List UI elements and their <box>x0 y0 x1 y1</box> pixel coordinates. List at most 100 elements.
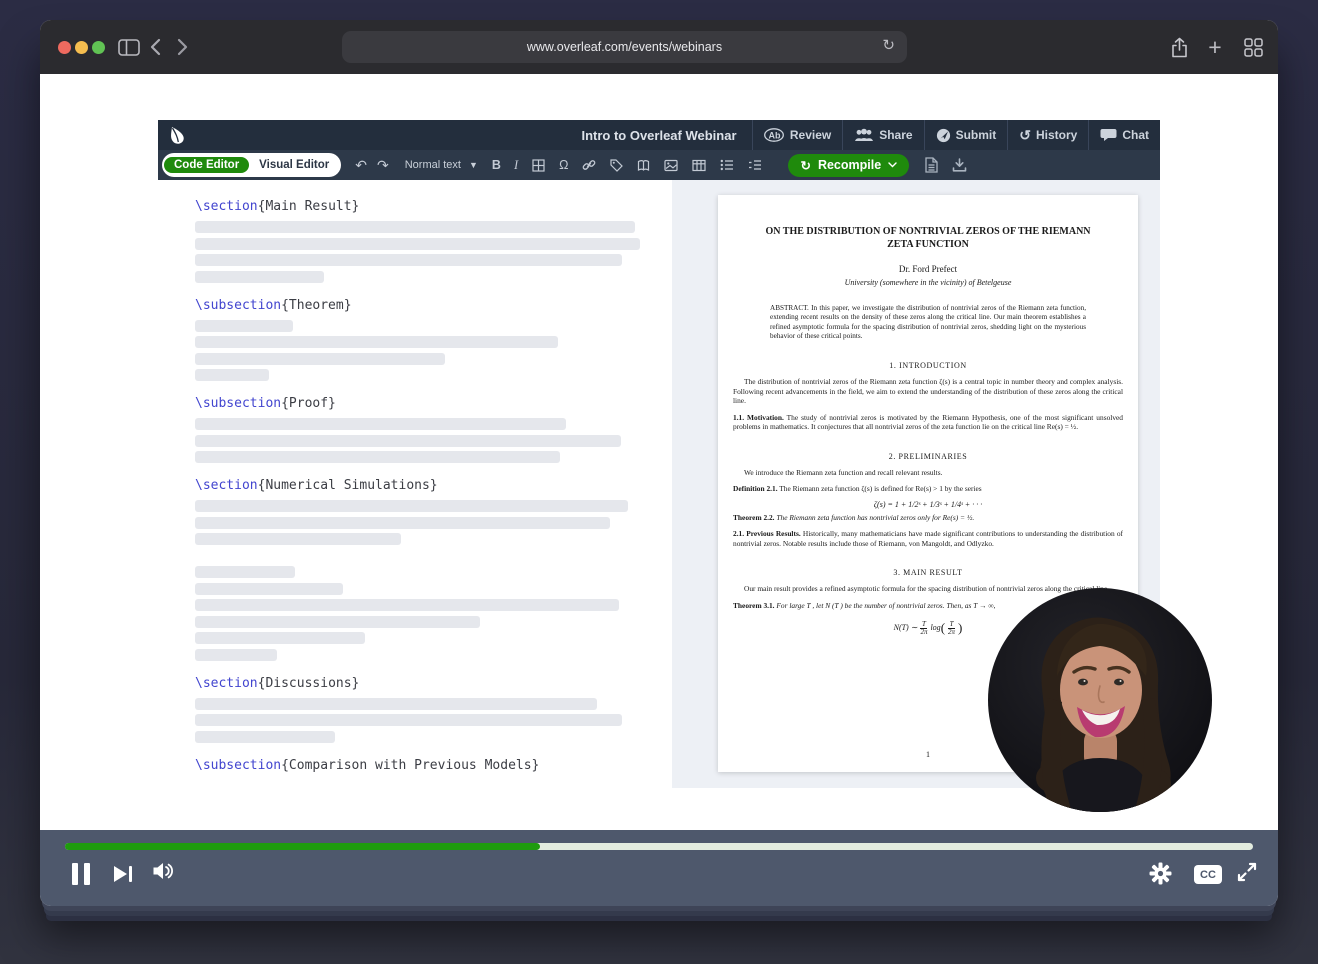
redacted-text-bar <box>195 714 622 726</box>
image-icon <box>664 150 678 180</box>
paper-paragraph: Theorem 2.2. The Riemann zeta function h… <box>733 513 1123 523</box>
fullscreen-button[interactable] <box>1236 861 1258 883</box>
paper-paragraph: We introduce the Riemann zeta function a… <box>733 468 1123 478</box>
paper-paragraph: 2.1. Previous Results. Historically, man… <box>733 529 1123 548</box>
menu-label: Chat <box>1122 128 1149 142</box>
back-chevron-icon <box>149 38 161 56</box>
share-button[interactable] <box>1166 20 1192 74</box>
overleaf-header: Intro to Overleaf Webinar Ab Review <box>158 120 1160 150</box>
browser-window: www.overleaf.com/events/webinars ↻ + <box>40 20 1278 906</box>
chevron-down-icon: ▼ <box>469 160 478 170</box>
skip-next-icon <box>114 866 127 882</box>
window-close-button[interactable] <box>58 41 71 54</box>
submit-icon <box>936 128 951 143</box>
paper-paragraph: The distribution of nontrivial zeros of … <box>733 377 1123 406</box>
settings-button[interactable] <box>1149 862 1172 885</box>
people-icon <box>854 128 874 142</box>
redo-icon: ↷ <box>377 150 389 180</box>
redacted-text-bar <box>195 583 343 595</box>
overleaf-menu: Ab Review Share <box>752 120 1160 150</box>
fraction: T2π <box>920 621 927 636</box>
redacted-text-bar <box>195 566 295 578</box>
page: { "browser": { "url": "www.overleaf.com/… <box>0 0 1318 964</box>
menu-label: History <box>1036 128 1077 142</box>
left-paren: ( <box>941 620 945 635</box>
back-button[interactable] <box>140 20 170 74</box>
visual-editor-tab: Visual Editor <box>249 157 339 173</box>
next-button[interactable] <box>112 864 134 884</box>
paragraph-lead: 1.1. Motivation. <box>733 413 784 422</box>
forward-button[interactable] <box>168 20 198 74</box>
history-icon: ↺ <box>1019 127 1031 144</box>
fraction: T2π <box>948 621 955 636</box>
presenter-webcam <box>988 588 1212 812</box>
undo-icon: ↶ <box>355 150 367 180</box>
window-minimize-button[interactable] <box>75 41 88 54</box>
overleaf-toolbar: Code Editor Visual Editor ↶ ↷ Normal tex… <box>158 150 1160 180</box>
redacted-text-bar <box>195 369 269 381</box>
download-pdf-icon <box>952 150 967 180</box>
redacted-text-bar <box>195 616 480 628</box>
code-line: \subsection{Theorem} <box>195 297 672 314</box>
latex-keyword: \subsection <box>195 758 281 773</box>
menu-submit: Submit <box>924 120 1008 150</box>
menu-label: Share <box>879 128 912 142</box>
recompile-button: ↻ Recompile <box>788 154 909 177</box>
math-icon <box>532 150 545 180</box>
formula-log: log <box>930 623 940 632</box>
redacted-text-bar <box>195 271 324 283</box>
ref-tag-icon <box>610 150 623 180</box>
window-zoom-button[interactable] <box>92 41 105 54</box>
pause-button[interactable] <box>70 862 92 886</box>
paragraph-body: The Riemann zeta function has nontrivial… <box>775 513 975 522</box>
menu-share: Share <box>842 120 923 150</box>
redacted-text-bar <box>195 238 640 250</box>
new-tab-button[interactable]: + <box>1202 20 1228 74</box>
menu-label: Submit <box>956 128 997 142</box>
table-icon <box>692 150 706 180</box>
menu-label: Review <box>790 128 831 142</box>
series-formula: ζ(s) = 1 + 1/2ˢ + 1/3ˢ + 1/4ˢ + · · · <box>718 500 1138 509</box>
refresh-icon[interactable]: ↻ <box>882 36 895 54</box>
redacted-text-bar <box>195 533 401 545</box>
redacted-text-bar <box>195 320 293 332</box>
cite-icon <box>637 150 650 180</box>
recompile-label: Recompile <box>818 158 881 172</box>
pdf-log-icon <box>925 150 938 180</box>
link-icon <box>582 150 596 180</box>
progress-track[interactable] <box>65 843 1253 850</box>
forward-chevron-icon <box>177 38 189 56</box>
gear-icon <box>1149 862 1172 885</box>
italic-icon: I <box>514 150 518 180</box>
redacted-text-bar <box>195 500 628 512</box>
recompile-refresh-icon: ↻ <box>800 158 810 173</box>
paper-abstract: ABSTRACT. In this paper, we investigate … <box>770 304 1086 341</box>
section-heading: 1. INTRODUCTION <box>718 361 1138 370</box>
code-line: \subsection{Comparison with Previous Mod… <box>195 757 672 774</box>
volume-button[interactable] <box>152 861 175 881</box>
editor-mode-switch: Code Editor Visual Editor <box>162 153 341 177</box>
paragraph-body: For large T , let N (T ) be the number o… <box>775 601 996 610</box>
bold-icon: B <box>492 150 501 180</box>
latex-keyword: \subsection <box>195 396 281 411</box>
video-stage[interactable]: Intro to Overleaf Webinar Ab Review <box>40 74 1278 830</box>
fullscreen-icon <box>1236 861 1258 883</box>
pause-icon <box>72 863 78 885</box>
section-heading: 3. MAIN RESULT <box>718 568 1138 577</box>
paragraph-body: The study of nontrivial zeros is motivat… <box>733 413 1123 432</box>
paper-author: Dr. Ford Prefect <box>718 264 1138 274</box>
redacted-text-bar <box>195 649 277 661</box>
tab-overview-button[interactable] <box>1240 20 1266 74</box>
captions-button[interactable]: CC <box>1194 865 1222 884</box>
style-dropdown-label: Normal text <box>405 159 461 171</box>
bullet-list-icon <box>720 150 734 180</box>
menu-history: ↺ History <box>1007 120 1088 150</box>
latex-argument: {Theorem} <box>281 298 351 313</box>
redacted-text-bar <box>195 731 335 743</box>
numbered-list-icon <box>748 150 762 180</box>
redacted-text-bar <box>195 451 560 463</box>
redacted-text-bar <box>195 254 622 266</box>
blank-line <box>195 550 672 567</box>
redacted-text-bar <box>195 353 445 365</box>
address-bar[interactable]: www.overleaf.com/events/webinars ↻ <box>342 31 907 63</box>
